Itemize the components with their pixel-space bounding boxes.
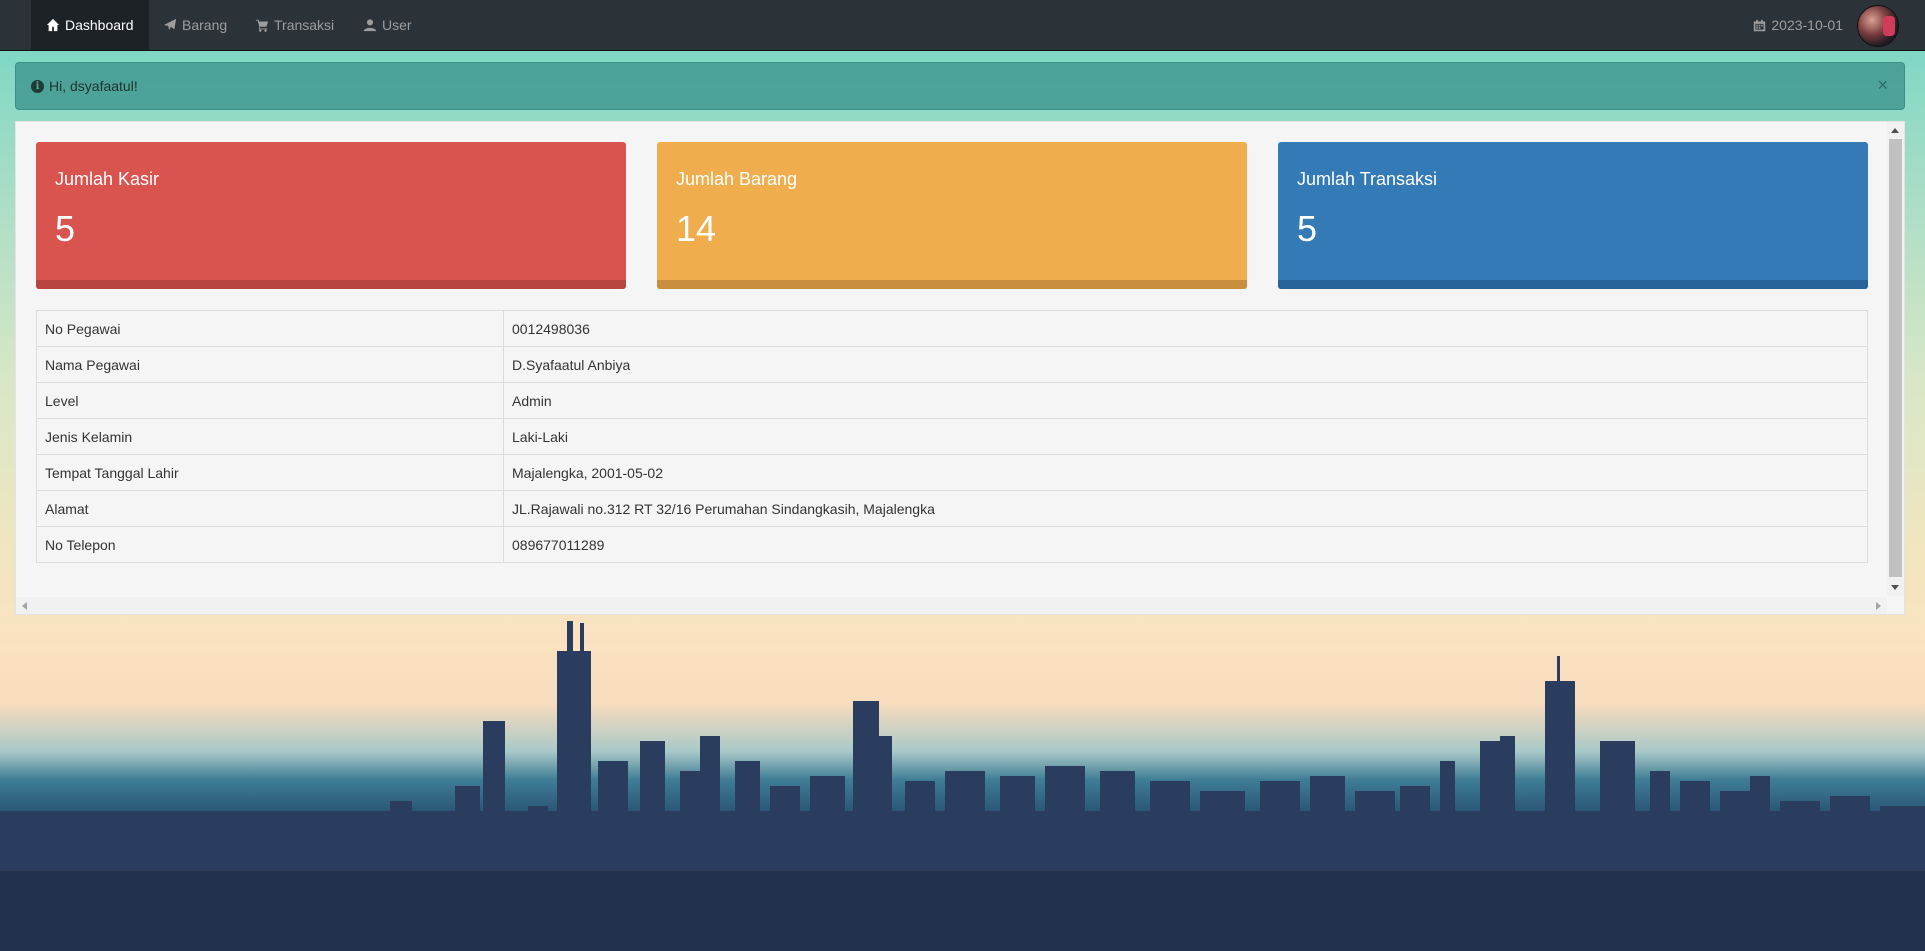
row-value: JL.Rajawali no.312 RT 32/16 Perumahan Si… bbox=[503, 490, 1868, 527]
stat-barang-footer bbox=[657, 280, 1247, 289]
stat-card-transaksi: Jumlah Transaksi 5 bbox=[1278, 142, 1868, 289]
row-value: 0012498036 bbox=[503, 310, 1868, 347]
row-key: Jenis Kelamin bbox=[36, 418, 504, 455]
row-value: 089677011289 bbox=[503, 526, 1868, 563]
scroll-right-icon[interactable] bbox=[1876, 602, 1881, 610]
scroll-thumb[interactable] bbox=[1889, 139, 1902, 577]
row-value: D.Syafaatul Anbiya bbox=[503, 346, 1868, 383]
scroll-up-icon[interactable] bbox=[1891, 128, 1899, 133]
close-icon[interactable]: × bbox=[1877, 75, 1888, 95]
nav-transaksi[interactable]: Transaksi bbox=[240, 0, 349, 50]
calendar-icon bbox=[1754, 19, 1766, 31]
table-row: Nama Pegawai D.Syafaatul Anbiya bbox=[36, 346, 1868, 383]
nav-transaksi-label: Transaksi bbox=[274, 17, 335, 33]
profile-table: No Pegawai 0012498036 Nama Pegawai D.Sya… bbox=[36, 310, 1868, 563]
stat-transaksi-label: Jumlah Transaksi bbox=[1297, 169, 1438, 189]
stat-kasir-value: 5 bbox=[55, 208, 76, 249]
stat-kasir-footer bbox=[36, 280, 626, 289]
cart-icon bbox=[255, 19, 269, 32]
nav-date: 2023-10-01 bbox=[1753, 0, 1843, 50]
stat-card-barang: Jumlah Barang 14 bbox=[657, 142, 1247, 289]
stat-barang-label: Jumlah Barang bbox=[676, 169, 798, 189]
city-skyline-background bbox=[0, 621, 1925, 951]
row-key: Alamat bbox=[36, 490, 504, 527]
nav-dashboard-label: Dashboard bbox=[65, 17, 134, 33]
table-row: No Telepon 089677011289 bbox=[36, 526, 1868, 563]
row-value: Laki-Laki bbox=[503, 418, 1868, 455]
top-navbar: Dashboard Barang Transaksi User 2023-10-… bbox=[0, 0, 1925, 51]
table-row: Tempat Tanggal Lahir Majalengka, 2001-05… bbox=[36, 454, 1868, 491]
scroll-left-icon[interactable] bbox=[22, 602, 27, 610]
table-row: Alamat JL.Rajawali no.312 RT 32/16 Perum… bbox=[36, 490, 1868, 527]
row-key: Nama Pegawai bbox=[36, 346, 504, 383]
send-icon bbox=[163, 18, 177, 31]
user-icon bbox=[363, 19, 377, 32]
horizontal-scrollbar[interactable] bbox=[16, 597, 1887, 614]
nav-barang-label: Barang bbox=[182, 17, 228, 33]
row-value: Majalengka, 2001-05-02 bbox=[503, 454, 1868, 491]
row-key: No Pegawai bbox=[36, 310, 504, 347]
alert-message: Hi, dsyafaatul! bbox=[49, 78, 138, 94]
vertical-scrollbar[interactable] bbox=[1887, 122, 1904, 596]
stat-card-kasir: Jumlah Kasir 5 bbox=[36, 142, 626, 289]
avatar[interactable] bbox=[1857, 5, 1899, 47]
table-row: Level Admin bbox=[36, 382, 1868, 419]
table-row: No Pegawai 0012498036 bbox=[36, 310, 1868, 347]
row-key: No Telepon bbox=[36, 526, 504, 563]
stat-transaksi-value: 5 bbox=[1297, 208, 1318, 249]
nav-date-text: 2023-10-01 bbox=[1771, 17, 1843, 33]
welcome-alert: i Hi, dsyafaatul! × bbox=[15, 62, 1905, 110]
scroll-down-icon[interactable] bbox=[1891, 585, 1899, 590]
home-icon bbox=[46, 18, 60, 32]
row-key: Tempat Tanggal Lahir bbox=[36, 454, 504, 491]
dashboard-panel: Jumlah Kasir 5 Jumlah Barang 14 Jumlah T… bbox=[15, 121, 1905, 615]
nav-dashboard[interactable]: Dashboard bbox=[31, 0, 149, 50]
stat-barang-value: 14 bbox=[676, 208, 717, 249]
nav-user-label: User bbox=[382, 17, 412, 33]
row-key: Level bbox=[36, 382, 504, 419]
stat-transaksi-footer bbox=[1278, 280, 1868, 289]
table-row: Jenis Kelamin Laki-Laki bbox=[36, 418, 1868, 455]
row-value: Admin bbox=[503, 382, 1868, 419]
info-icon: i bbox=[31, 79, 44, 93]
stat-kasir-label: Jumlah Kasir bbox=[55, 169, 160, 189]
nav-user[interactable]: User bbox=[348, 0, 427, 50]
nav-barang[interactable]: Barang bbox=[148, 0, 242, 50]
